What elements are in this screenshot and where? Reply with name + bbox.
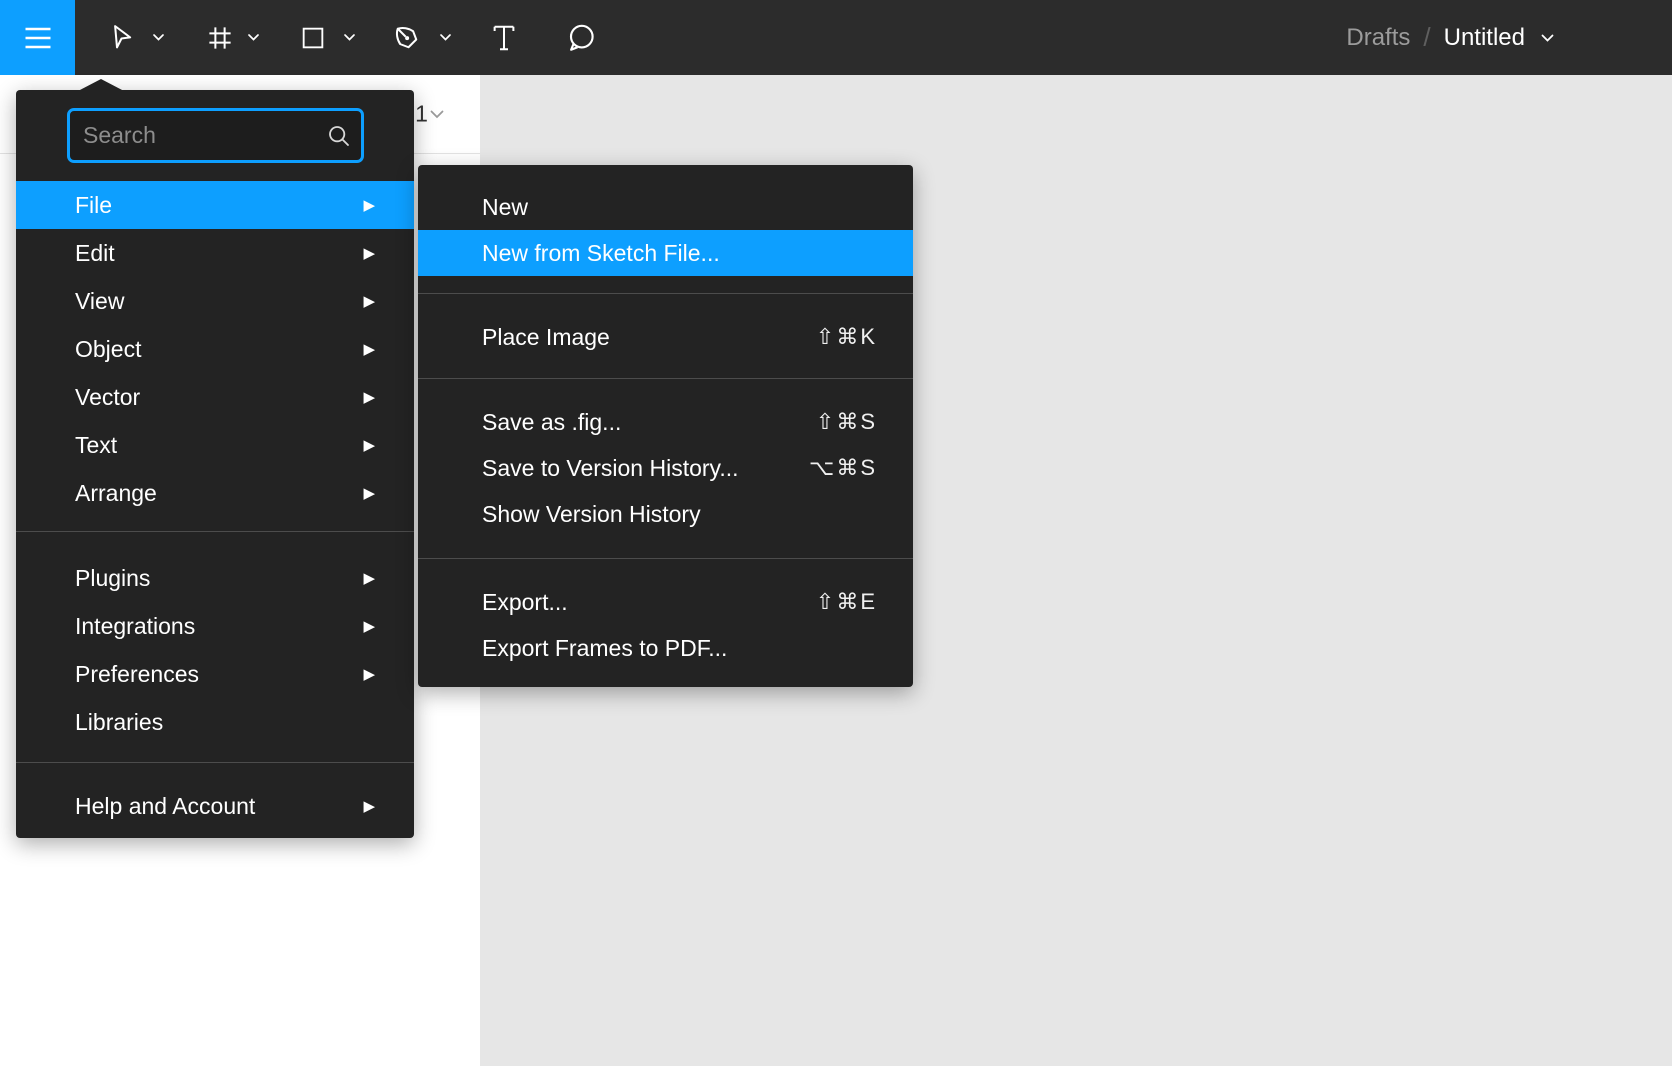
menu-item-plugins[interactable]: Plugins ▶ [16,554,414,602]
comment-bubble-icon [565,22,597,54]
submenu-item-save-to-version-history[interactable]: Save to Version History... ⌥⌘S [418,445,913,491]
chevron-down-icon [152,33,165,42]
submenu-section-save: Save as .fig... ⇧⌘S Save to Version Hist… [418,379,913,558]
submenu-item-place-image[interactable]: Place Image ⇧⌘K [418,314,913,360]
shortcut-place-image: ⇧⌘K [816,324,877,350]
submenu-arrow-icon: ▶ [363,571,375,586]
submenu-arrow-icon: ▶ [363,799,375,814]
chevron-down-icon [343,33,356,42]
submenu-arrow-icon: ▶ [363,294,375,309]
submenu-item-show-version-history[interactable]: Show Version History [418,491,913,537]
file-title-chevron-down-icon[interactable] [1540,33,1555,43]
text-tool-icon [490,23,518,53]
menu-search [16,90,414,181]
menu-separator [16,762,414,763]
menu-item-libraries[interactable]: Libraries [16,698,414,746]
figma-app: Page 1 [0,0,1672,1066]
pen-icon [392,23,422,53]
breadcrumb: Drafts / Untitled [1346,0,1555,75]
move-tool-button[interactable] [100,0,144,75]
chevron-down-icon [439,33,452,42]
submenu-item-export-frames-to-pdf[interactable]: Export Frames to PDF... [418,625,913,671]
menu-item-preferences[interactable]: Preferences ▶ [16,650,414,698]
chevron-down-icon [247,33,260,42]
breadcrumb-separator: / [1423,22,1430,53]
frame-tool-dropdown[interactable] [242,0,264,75]
submenu-arrow-icon: ▶ [363,486,375,501]
submenu-item-export[interactable]: Export... ⇧⌘E [418,579,913,625]
menu-section-help: Help and Account ▶ [16,782,414,830]
submenu-section-export: Export... ⇧⌘E Export Frames to PDF... [418,559,913,687]
pen-tool-dropdown[interactable] [434,0,456,75]
file-submenu: New New from Sketch File... Place Image … [418,165,913,687]
submenu-item-new[interactable]: New [418,184,913,230]
toolbar: Drafts / Untitled [0,0,1672,75]
menu-item-arrange[interactable]: Arrange ▶ [16,469,414,517]
main-menu: File ▶ Edit ▶ View ▶ Object ▶ Vector ▶ T… [16,90,414,838]
menu-item-file[interactable]: File ▶ [16,181,414,229]
menu-item-edit[interactable]: Edit ▶ [16,229,414,277]
main-menu-button[interactable] [0,0,75,75]
text-tool-button[interactable] [482,0,526,75]
submenu-arrow-icon: ▶ [363,390,375,405]
submenu-arrow-icon: ▶ [363,438,375,453]
shape-tool-button[interactable] [291,0,335,75]
submenu-arrow-icon: ▶ [363,667,375,682]
submenu-arrow-icon: ▶ [363,619,375,634]
menu-item-text[interactable]: Text ▶ [16,421,414,469]
move-tool-dropdown[interactable] [147,0,169,75]
submenu-item-new-from-sketch-file[interactable]: New from Sketch File... [418,230,913,276]
comment-tool-button[interactable] [559,0,603,75]
submenu-section-new: New New from Sketch File... [418,165,913,293]
submenu-section-place: Place Image ⇧⌘K [418,294,913,378]
file-title[interactable]: Untitled [1444,24,1525,52]
menu-item-object[interactable]: Object ▶ [16,325,414,373]
frame-icon [205,23,235,53]
shortcut-save-as-fig: ⇧⌘S [816,409,877,435]
submenu-arrow-icon: ▶ [363,342,375,357]
frame-tool-button[interactable] [198,0,242,75]
menu-separator [16,531,414,532]
search-input[interactable] [67,108,364,163]
search-icon [326,123,352,149]
page-chevron-down-icon[interactable] [429,109,445,119]
menu-section-main: File ▶ Edit ▶ View ▶ Object ▶ Vector ▶ T… [16,181,414,517]
submenu-arrow-icon: ▶ [363,246,375,261]
move-cursor-icon [108,23,136,53]
hamburger-icon [24,26,52,50]
shortcut-save-to-version-history: ⌥⌘S [809,455,877,481]
pen-tool-button[interactable] [385,0,429,75]
menu-item-integrations[interactable]: Integrations ▶ [16,602,414,650]
menu-item-view[interactable]: View ▶ [16,277,414,325]
menu-item-vector[interactable]: Vector ▶ [16,373,414,421]
breadcrumb-project[interactable]: Drafts [1346,24,1410,52]
shortcut-export: ⇧⌘E [816,589,877,615]
menu-item-help-and-account[interactable]: Help and Account ▶ [16,782,414,830]
submenu-item-save-as-fig[interactable]: Save as .fig... ⇧⌘S [418,399,913,445]
submenu-arrow-icon: ▶ [363,198,375,213]
menu-section-extensions: Plugins ▶ Integrations ▶ Preferences ▶ L… [16,554,414,746]
shape-tool-dropdown[interactable] [338,0,360,75]
rectangle-icon [299,24,327,52]
